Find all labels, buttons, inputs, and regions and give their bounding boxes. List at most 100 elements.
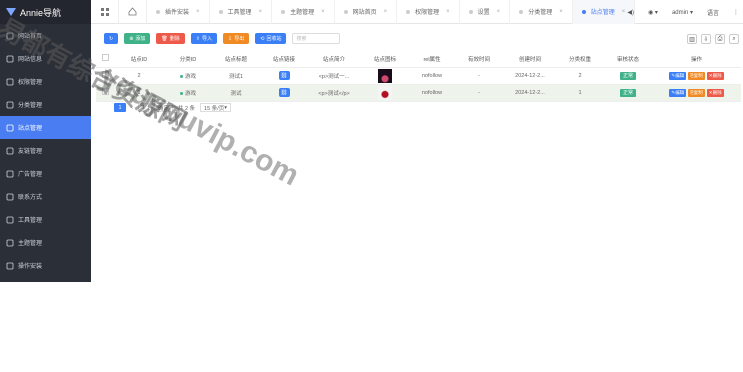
volume-icon[interactable]: ◀) — [627, 9, 634, 16]
row-delete-button[interactable]: ✕删除 — [706, 88, 724, 97]
column-header: 站点简介 — [308, 51, 360, 68]
print-icon[interactable]: ⎙ — [715, 34, 725, 44]
tab[interactable]: 插件安装 × — [147, 0, 210, 24]
close-icon[interactable]: × — [384, 9, 388, 15]
pagination: 1 ‹ 1 确定 共 2 条 15 条/页 ▾ — [114, 103, 231, 112]
sites-table: 站点ID 分类ID 站点标题 站点链接 站点简介 站点图标 rel属性 有效时间 创建时间 分类权… — [96, 51, 741, 102]
column-header[interactable]: 分类ID — [164, 51, 212, 68]
search-input[interactable]: 搜索 — [292, 33, 341, 44]
cell-category: 游戏 — [164, 84, 212, 102]
copy-button[interactable]: ⎘复制 — [688, 71, 705, 80]
sidebar-item[interactable]: 工具管理 — [0, 208, 91, 231]
table-row[interactable]: 2 游戏 测试1 ⛓ <p>测试一... nofollow -2024-12-2... 2 正常… — [96, 67, 741, 85]
sidebar-item-label: 友链管理 — [18, 149, 43, 155]
sidebar-item-label: 网站首页 — [18, 34, 43, 40]
sidebar-item[interactable]: 广告管理 — [0, 162, 91, 185]
close-icon[interactable]: × — [497, 9, 501, 15]
link-icon[interactable]: ⛓ — [278, 88, 290, 97]
home-tab-button[interactable] — [119, 0, 147, 24]
sidebar-item[interactable]: 站点管理 — [0, 116, 91, 139]
sidebar-item[interactable]: 联系方式 — [0, 185, 91, 208]
tab[interactable]: 网站首页 × — [335, 0, 398, 24]
cell-desc: <p>测试</p> — [308, 84, 360, 102]
terminal-icon — [6, 262, 14, 270]
image-icon — [6, 170, 14, 178]
status-badge: 正常 — [619, 72, 636, 80]
top-bar: 插件安装 × 工具管理 × 主题管理 × 网站首页 × 权限管理 × 设置 × 分类管理 × 站点管理 × ◀… — [91, 0, 743, 24]
refresh-button[interactable]: ↻ — [104, 33, 119, 44]
column-header[interactable]: 站点ID — [114, 51, 164, 68]
close-icon[interactable]: × — [259, 9, 263, 15]
export-icon[interactable]: ⇩ — [701, 34, 711, 44]
sidebar-item-label: 主题管理 — [18, 241, 43, 247]
tab-dot-icon — [218, 9, 223, 14]
more-icon[interactable]: ⋮ — [733, 9, 739, 16]
recycle-button[interactable]: ⟲ 回收站 — [255, 33, 287, 44]
per-page-select[interactable]: 15 条/页 ▾ — [200, 103, 231, 112]
row-checkbox[interactable] — [96, 67, 114, 85]
close-icon[interactable]: × — [559, 9, 563, 15]
sidebar-item-label: 工具管理 — [18, 218, 43, 224]
row-checkbox[interactable] — [96, 84, 114, 102]
tab[interactable]: 工具管理 × — [210, 0, 273, 24]
go-button[interactable]: 确定 — [153, 103, 173, 112]
tab[interactable]: 分类管理 × — [510, 0, 573, 24]
export-button[interactable]: ⇩ 导出 — [223, 33, 250, 44]
globe-icon — [6, 55, 14, 63]
tab-dot-icon — [156, 9, 160, 14]
close-icon[interactable]: × — [622, 9, 626, 15]
cell-weight: 2 — [556, 67, 604, 85]
cell-link[interactable]: ⛓ — [260, 84, 308, 102]
search-icon[interactable]: ⌕ — [729, 34, 739, 44]
tab[interactable]: 权限管理 × — [397, 0, 460, 24]
page-current[interactable]: 1 — [114, 103, 126, 112]
tab[interactable]: 站点管理 × — [572, 0, 636, 24]
column-header: 操作 — [652, 51, 741, 68]
tab-dot-icon — [281, 9, 286, 14]
gear-icon — [6, 193, 14, 201]
edit-button[interactable]: ✎编辑 — [669, 88, 687, 97]
language-menu[interactable]: 语言 — [707, 8, 719, 17]
tab[interactable]: 主题管理 × — [272, 0, 335, 24]
cell-link[interactable]: ⛓ — [260, 67, 308, 85]
tab-label: 权限管理 — [415, 10, 440, 16]
copy-button[interactable]: ⎘复制 — [688, 88, 705, 97]
import-button[interactable]: ⇪ 导入 — [190, 33, 218, 44]
sidebar-item[interactable]: 分类管理 — [0, 93, 91, 116]
sidebar-item[interactable]: 权限管理 — [0, 70, 91, 93]
row-delete-button[interactable]: ✕删除 — [706, 71, 724, 80]
cell-rel: nofollow — [410, 84, 454, 102]
delete-button[interactable]: 🗑 删除 — [156, 33, 185, 44]
cell-rel: nofollow — [410, 67, 454, 85]
close-icon[interactable]: × — [446, 9, 450, 15]
tab-label: 设置 — [477, 10, 490, 16]
total-count: 共 2 条 — [177, 105, 196, 112]
cell-actions: ✎编辑 ⎘复制 ✕删除 — [652, 67, 741, 85]
add-button[interactable]: ⊕ 添加 — [124, 33, 151, 44]
menu-toggle-button[interactable] — [91, 0, 119, 24]
user-menu[interactable]: admin ▾ — [672, 9, 693, 16]
prev-icon[interactable]: ‹ — [131, 105, 133, 111]
sidebar-item[interactable]: 操作安装 — [0, 254, 91, 277]
close-icon[interactable]: × — [196, 9, 200, 15]
table-row[interactable]: 1 游戏 测试 ⛓ <p>测试</p> nofollow -2024-12-2... 1 正常 ✎… — [96, 84, 741, 102]
tab[interactable]: 设置 × — [460, 0, 511, 24]
columns-icon[interactable]: ▥ — [687, 34, 697, 44]
sidebar-item[interactable]: 友链管理 — [0, 139, 91, 162]
table-header: 站点ID 分类ID 站点标题 站点链接 站点简介 站点图标 rel属性 有效时间 创建时间 分类权… — [96, 51, 741, 68]
cell-status: 正常 — [604, 67, 652, 85]
page-input[interactable]: 1 — [137, 103, 149, 112]
logo[interactable]: Annie导航 — [0, 0, 91, 24]
column-header: 站点图标 — [360, 51, 410, 68]
sidebar-item[interactable]: 网站信息 — [0, 47, 91, 70]
sidebar-item[interactable]: 主题管理 — [0, 231, 91, 254]
sidebar-item-label: 分类管理 — [18, 103, 43, 109]
link-icon[interactable]: ⛓ — [278, 71, 290, 80]
edit-button[interactable]: ✎编辑 — [669, 71, 687, 80]
theme-icon[interactable]: ◉ ▾ — [648, 9, 658, 16]
select-all-checkbox[interactable] — [96, 51, 114, 68]
upload-icon: ⇪ — [195, 35, 200, 42]
tab-label: 分类管理 — [528, 10, 553, 16]
close-icon[interactable]: × — [321, 9, 325, 15]
sidebar-item[interactable]: 网站首页 — [0, 24, 91, 47]
